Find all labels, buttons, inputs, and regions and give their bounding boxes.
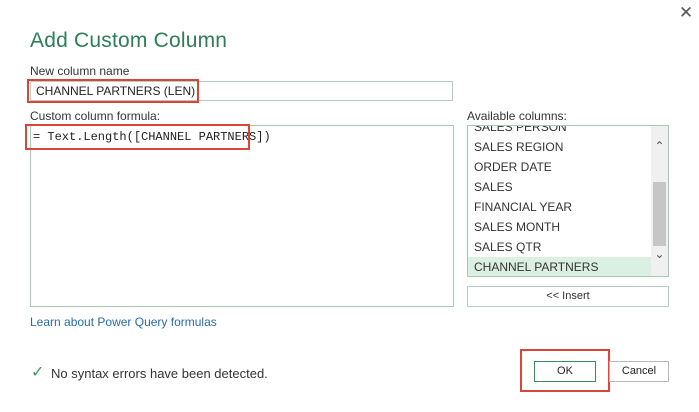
scroll-up-icon[interactable]: ⌃ xyxy=(651,138,668,155)
close-icon[interactable]: ✕ xyxy=(676,3,696,23)
list-item[interactable]: SALES xyxy=(468,177,651,197)
learn-power-query-link[interactable]: Learn about Power Query formulas xyxy=(30,315,217,329)
list-item[interactable]: SALES PERSON xyxy=(468,126,651,137)
dialog-title: Add Custom Column xyxy=(30,29,228,52)
list-item-selected[interactable]: CHANNEL PARTNERS xyxy=(468,257,651,276)
insert-button[interactable]: << Insert xyxy=(467,286,669,307)
list-item[interactable]: SALES QTR xyxy=(468,237,651,257)
available-columns-label: Available columns: xyxy=(467,109,567,123)
list-item[interactable]: SALES MONTH xyxy=(468,217,651,237)
custom-formula-editor[interactable] xyxy=(30,125,454,307)
scrollbar-thumb[interactable] xyxy=(653,182,666,246)
checkmark-icon: ✓ xyxy=(31,364,45,381)
name-highlight-box xyxy=(27,79,199,103)
available-columns-items: SALES PERSON SALES REGION ORDER DATE SAL… xyxy=(468,126,651,276)
ok-button[interactable]: OK xyxy=(534,361,596,382)
list-item[interactable]: FINANCIAL YEAR xyxy=(468,197,651,217)
list-item[interactable]: ORDER DATE xyxy=(468,157,651,177)
scroll-down-icon[interactable]: ⌄ xyxy=(651,246,668,263)
syntax-status-text: No syntax errors have been detected. xyxy=(51,366,268,381)
custom-formula-label: Custom column formula: xyxy=(30,109,161,123)
available-columns-list[interactable]: SALES PERSON SALES REGION ORDER DATE SAL… xyxy=(467,125,669,277)
formula-highlight-box xyxy=(25,124,250,150)
cancel-button[interactable]: Cancel xyxy=(609,361,669,382)
vertical-scrollbar[interactable]: ⌃ ⌄ xyxy=(651,126,668,276)
list-item[interactable]: SALES REGION xyxy=(468,137,651,157)
new-column-name-label: New column name xyxy=(30,64,130,78)
